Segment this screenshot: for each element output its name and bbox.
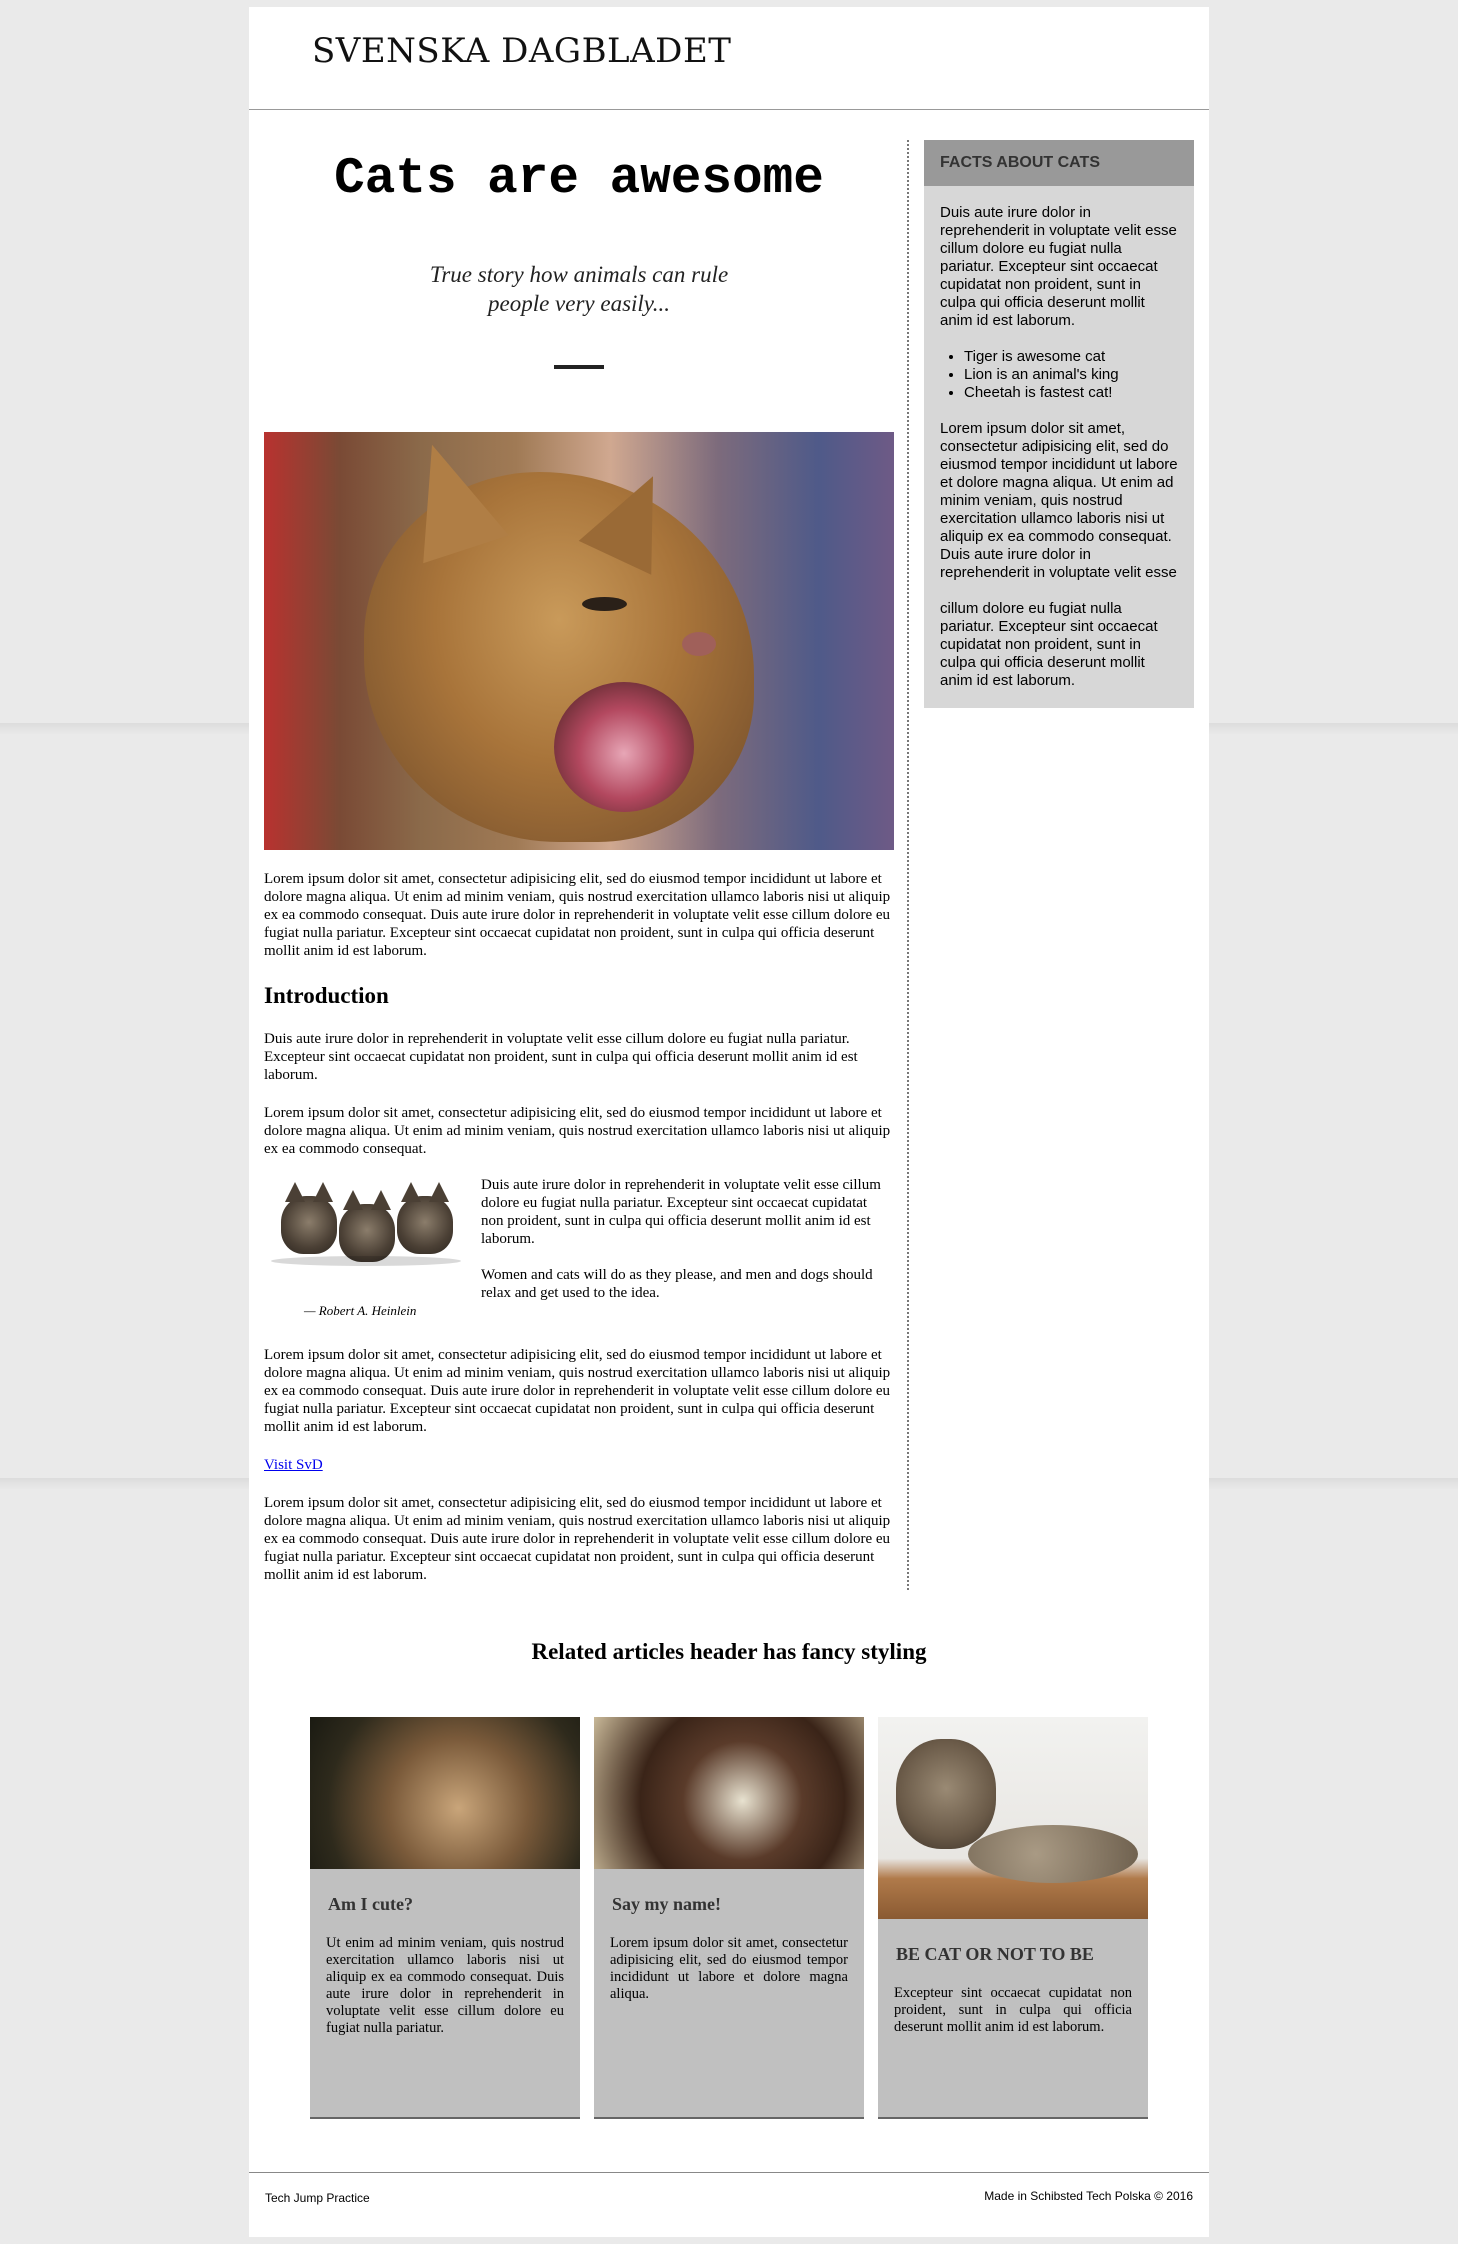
sidebar-paragraph: Duis aute irure dolor in reprehenderit i… [940, 204, 1177, 329]
article-subtitle: True story how animals can rule people v… [429, 262, 729, 316]
facts-list: Tiger is awesome cat Lion is an animal's… [940, 348, 1178, 402]
list-item: Lion is an animal's king [964, 366, 1178, 384]
card-text: Excepteur sint occaecat cupidatat non pr… [894, 1985, 1132, 2035]
list-item: Tiger is awesome cat [964, 348, 1178, 366]
column-divider [907, 140, 909, 1590]
card-text: Lorem ipsum dolor sit amet, consectetur … [610, 1935, 848, 2002]
site-header: SVENSKA DAGBLADET [249, 7, 1209, 110]
article: Cats are awesome True story how animals … [264, 140, 894, 1584]
title-divider [554, 365, 604, 369]
kittens-image [271, 1176, 461, 1276]
card-image [310, 1717, 580, 1869]
related-articles-header: Related articles header has fancy stylin… [531, 1639, 927, 1664]
card-text: Ut enim ad minim veniam, quis nostrud ex… [326, 1935, 564, 2036]
paragraph: Lorem ipsum dolor sit amet, consectetur … [264, 871, 891, 959]
paragraph: Duis aute irure dolor in reprehenderit i… [481, 1177, 881, 1247]
related-card[interactable]: Am I cute? Ut enim ad minim veniam, quis… [310, 1717, 580, 2119]
paragraph: Lorem ipsum dolor sit amet, consectetur … [264, 1105, 891, 1157]
introduction-heading: Introduction [264, 983, 389, 1008]
visit-svd-link[interactable]: Visit SvD [264, 1457, 323, 1473]
related-articles: Am I cute? Ut enim ad minim veniam, quis… [310, 1717, 1150, 2119]
card-title: BE CAT OR NOT TO BE [896, 1944, 1094, 1964]
quote-author: — Robert A. Heinlein [304, 1303, 417, 1318]
facts-sidebar: FACTS ABOUT CATS Duis aute irure dolor i… [924, 140, 1194, 708]
site-logo[interactable]: SVENSKA DAGBLADET [312, 31, 731, 71]
footer-right-text: Made in Schibsted Tech Polska © 2016 [984, 2189, 1193, 2203]
hero-cat-image [264, 432, 894, 850]
page: SVENSKA DAGBLADET Cats are awesome True … [249, 7, 1209, 2237]
sidebar-paragraph: cillum dolore eu fugiat nulla pariatur. … [940, 600, 1158, 689]
card-image [594, 1717, 864, 1869]
footer-left-text: Tech Jump Practice [265, 2191, 370, 2205]
site-footer: Tech Jump Practice Made in Schibsted Tec… [249, 2172, 1209, 2238]
card-title: Say my name! [612, 1894, 721, 1914]
list-item: Cheetah is fastest cat! [964, 384, 1178, 402]
paragraph: Lorem ipsum dolor sit amet, consectetur … [264, 1347, 891, 1435]
paragraph: Lorem ipsum dolor sit amet, consectetur … [264, 1495, 891, 1583]
paragraph: Duis aute irure dolor in reprehenderit i… [264, 1031, 858, 1083]
article-title: Cats are awesome [334, 151, 824, 208]
sidebar-heading: FACTS ABOUT CATS [924, 140, 1194, 186]
quote-block: — Robert A. Heinlein Duis aute irure dol… [264, 1176, 894, 1326]
quote: Women and cats will do as they please, a… [481, 1267, 873, 1301]
quote-text: Duis aute irure dolor in reprehenderit i… [481, 1176, 891, 1320]
related-card[interactable]: Say my name! Lorem ipsum dolor sit amet,… [594, 1717, 864, 2119]
sidebar-paragraph: Lorem ipsum dolor sit amet, consectetur … [940, 420, 1178, 581]
card-title: Am I cute? [328, 1894, 413, 1914]
related-card[interactable]: BE CAT OR NOT TO BE Excepteur sint occae… [878, 1717, 1148, 2119]
card-image [878, 1717, 1148, 1919]
